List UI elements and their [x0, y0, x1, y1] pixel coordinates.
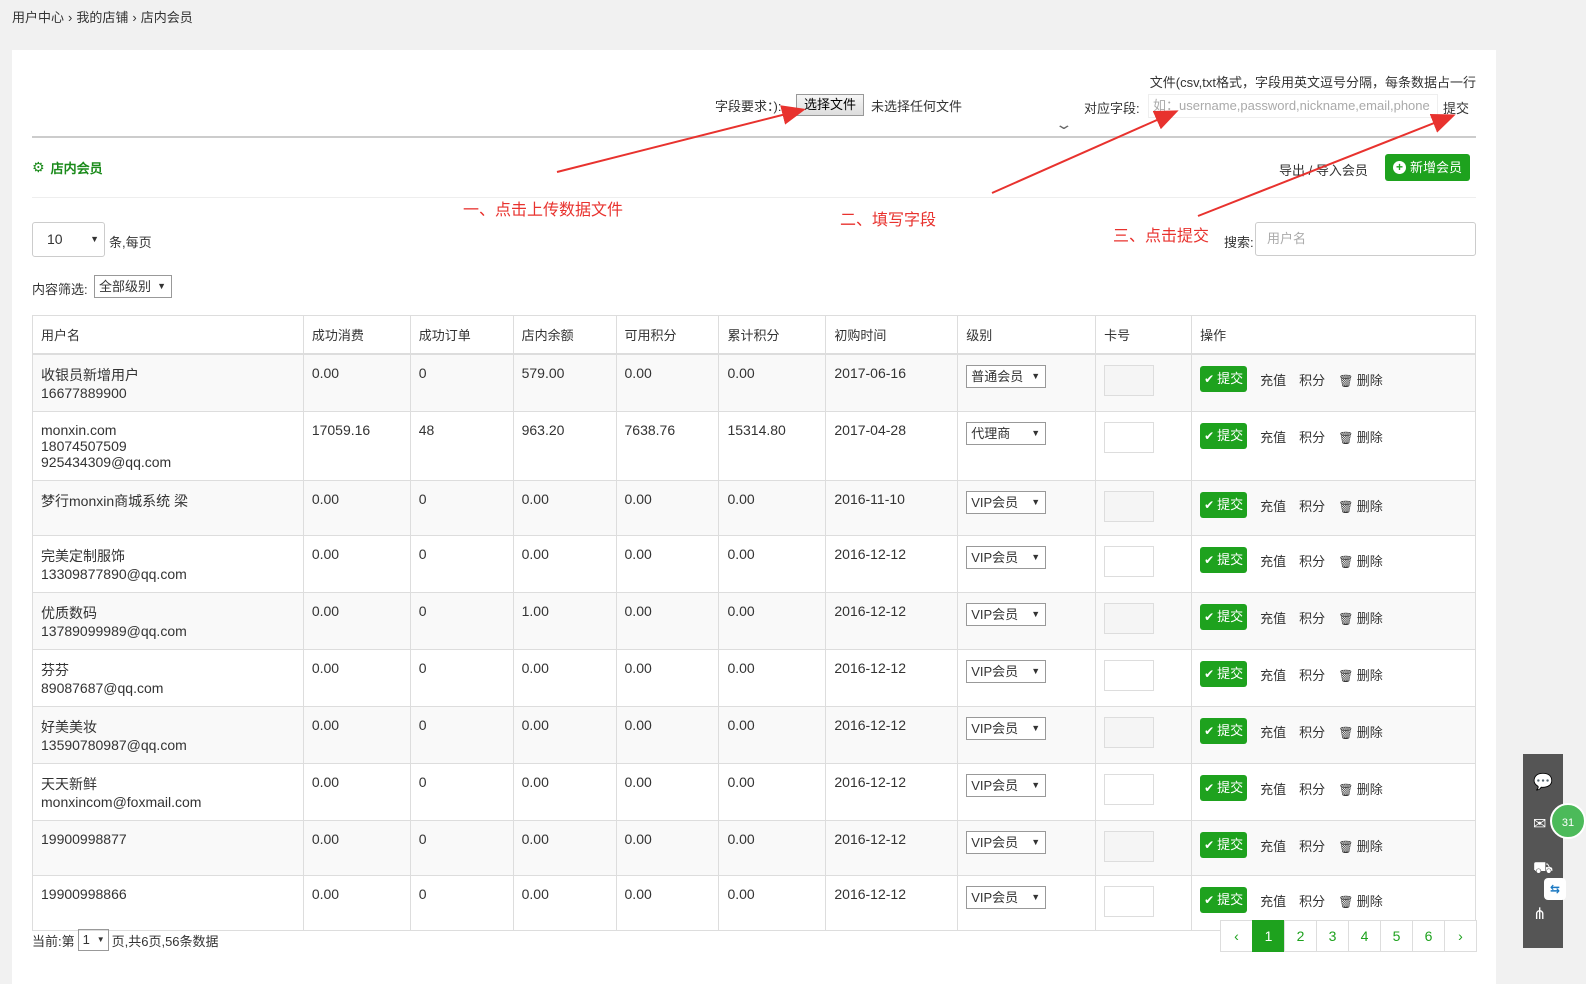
car-icon[interactable]: ⛟ — [1533, 859, 1553, 879]
annotation-step3: 三、点击提交 — [1113, 228, 1210, 245]
annotation-arrows — [556, 105, 1456, 217]
arrow-to-file-button — [556, 105, 806, 173]
share-icon[interactable]: ⋔ — [1533, 904, 1546, 924]
chat-icon[interactable]: 💬 — [1533, 772, 1553, 792]
arrow-to-field-input — [991, 110, 1179, 194]
annotation-step1: 一、点击上传数据文件 — [463, 202, 624, 219]
notification-badge[interactable]: 31 — [1550, 803, 1586, 839]
floating-sidebar: 💬 ✉ 31 ⛟ ⇆ ⋔ — [1523, 754, 1586, 948]
annotation-step2: 二、填写字段 — [840, 212, 937, 229]
wechat-icon[interactable]: ✉ — [1533, 814, 1546, 834]
teamviewer-icon[interactable]: ⇆ — [1544, 878, 1566, 900]
arrow-to-submit — [1197, 114, 1456, 217]
